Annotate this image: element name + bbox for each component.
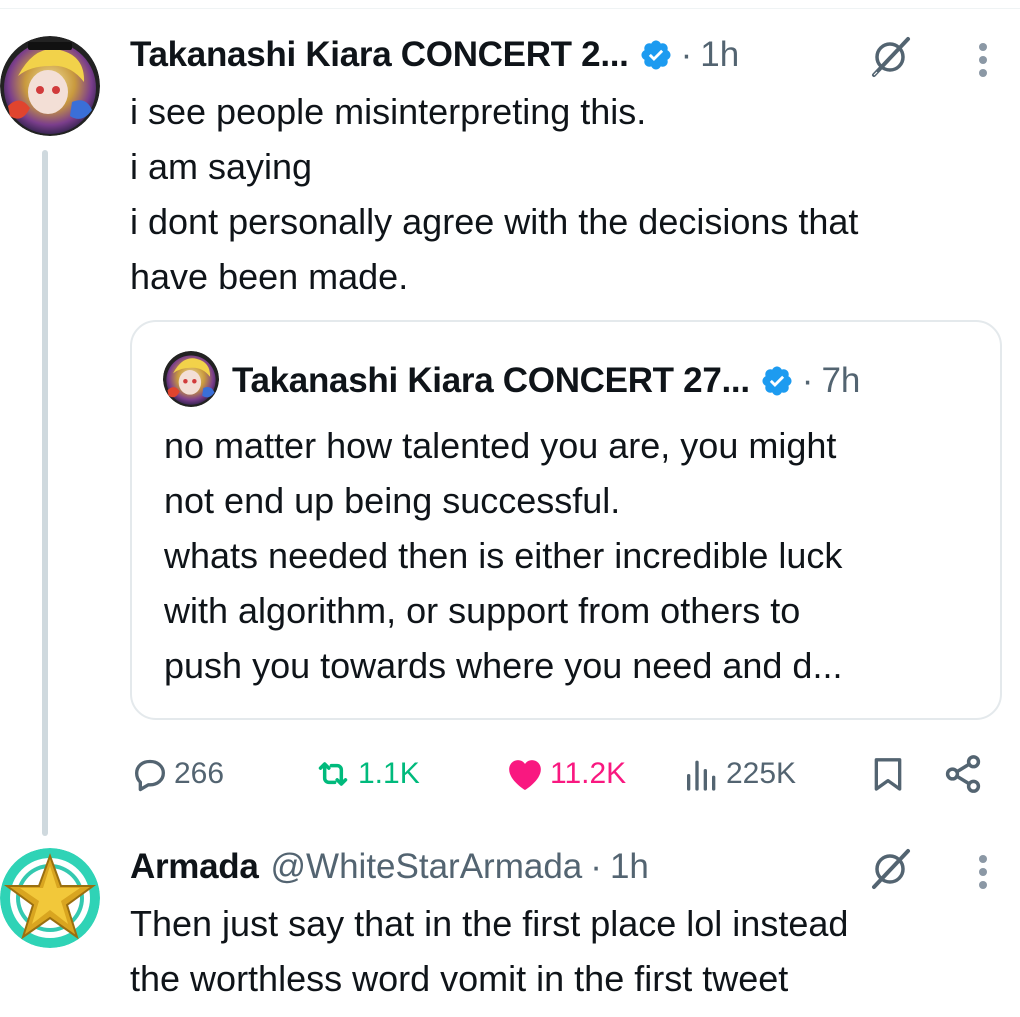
bookmark-button[interactable] (868, 746, 908, 802)
tweet-text-line: i dont personally agree with the decisio… (130, 201, 859, 242)
quoted-text-line: no matter how talented you are, you migh… (164, 425, 837, 466)
views-button[interactable]: 225K (682, 746, 796, 802)
tweet-text: i see people misinterpreting this. i am … (130, 84, 858, 304)
quoted-text-line: whats needed then is either incredible l… (164, 535, 843, 576)
quoted-tweet-text: no matter how talented you are, you migh… (164, 418, 842, 693)
tweet-text-line: i am saying (130, 146, 313, 187)
view-count: 225K (726, 757, 797, 790)
more-icon[interactable] (975, 852, 991, 897)
more-icon[interactable] (975, 40, 991, 85)
quoted-text-line: with algorithm, or support from others t… (164, 590, 801, 631)
reply-count: 266 (174, 757, 225, 790)
reply-header: Armada @WhiteStarArmada · 1h (130, 842, 649, 892)
reply-text-line: Then just say that in the first place lo… (130, 903, 849, 944)
reply-text: Then just say that in the first place lo… (130, 896, 848, 1006)
repost-count: 1.1K (358, 757, 420, 790)
like-count: 11.2K (550, 757, 627, 790)
verified-badge-icon (639, 38, 673, 72)
grok-icon[interactable] (868, 847, 912, 896)
timestamp[interactable]: 1h (700, 35, 739, 75)
quoted-text-line: not end up being successful. (164, 480, 621, 521)
thread-connector-line (42, 150, 48, 836)
quoted-text-line: push you towards where you need and d... (164, 645, 843, 686)
separator-dot: · (801, 361, 814, 400)
top-divider (0, 8, 1020, 9)
quoted-tweet-card[interactable]: Takanashi Kiara CONCERT 27... · 7h no ma… (130, 320, 1002, 720)
bookmark-icon (868, 753, 908, 795)
repost-button[interactable]: 1.1K (312, 746, 420, 802)
share-icon (942, 753, 984, 795)
share-button[interactable] (942, 746, 984, 802)
avatar-armada[interactable] (0, 848, 100, 948)
quoted-tweet-header: Takanashi Kiara CONCERT 27... · 7h (232, 356, 860, 406)
separator-dot: · (680, 35, 693, 74)
heart-icon (504, 754, 546, 794)
like-button[interactable]: 11.2K (504, 746, 626, 802)
tweet-text-line: i see people misinterpreting this. (130, 91, 647, 132)
reply-button[interactable]: 266 (130, 746, 224, 802)
display-name[interactable]: Takanashi Kiara CONCERT 2... (130, 35, 629, 75)
views-icon (682, 754, 722, 794)
verified-badge-icon (760, 364, 794, 398)
avatar-kiara[interactable] (0, 36, 100, 136)
reply-text-line: the worthless word vomit in the first tw… (130, 958, 789, 999)
tweet-action-bar: 266 1.1K 11.2K 225K (130, 746, 1000, 802)
quoted-avatar (163, 351, 219, 407)
separator-dot: · (590, 847, 602, 886)
grok-icon[interactable] (868, 35, 912, 84)
tweet-header: Takanashi Kiara CONCERT 2... · 1h (130, 30, 739, 80)
repost-icon (312, 754, 354, 794)
reply-handle[interactable]: @WhiteStarArmada (271, 847, 583, 887)
tweet-text-line: have been made. (130, 256, 409, 297)
quoted-timestamp: 7h (821, 361, 861, 400)
reply-timestamp[interactable]: 1h (610, 847, 649, 887)
quoted-display-name[interactable]: Takanashi Kiara CONCERT 27... (232, 361, 750, 401)
reply-icon (130, 754, 170, 794)
reply-display-name[interactable]: Armada (130, 847, 259, 887)
